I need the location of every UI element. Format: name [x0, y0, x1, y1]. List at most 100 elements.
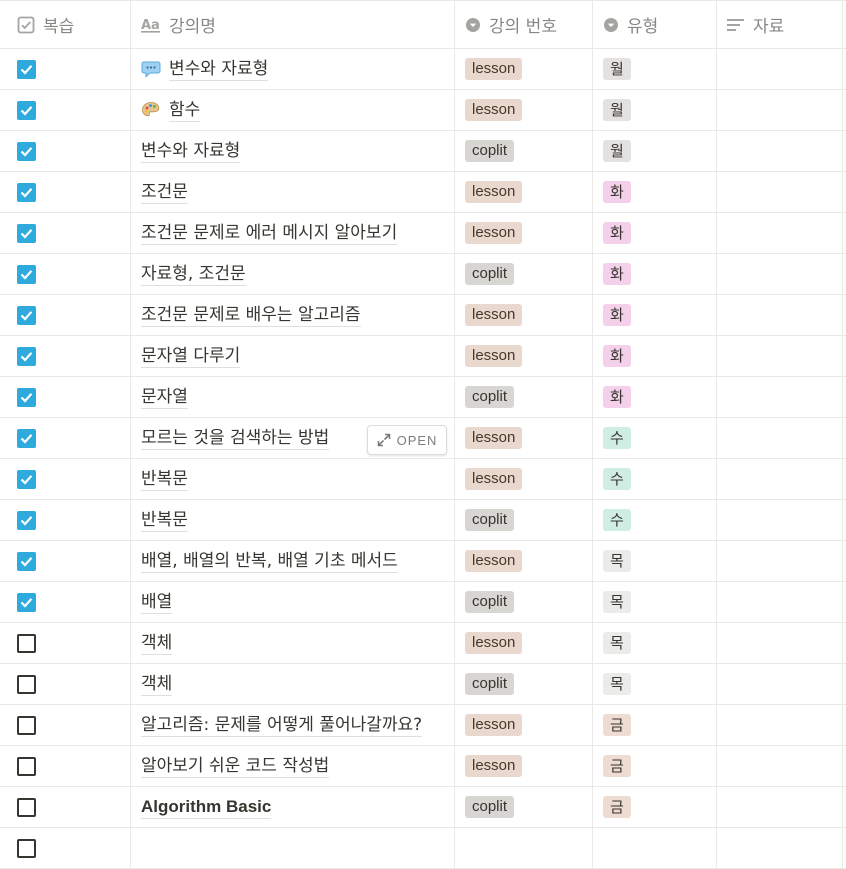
- review-checkbox-checked[interactable]: [17, 305, 36, 325]
- type-cell[interactable]: 화: [593, 254, 717, 294]
- title-cell[interactable]: 자료형, 조건문: [131, 254, 455, 294]
- material-cell[interactable]: [717, 254, 843, 294]
- column-header-material[interactable]: 자료: [717, 1, 843, 48]
- lecture-number-cell[interactable]: lesson: [455, 336, 593, 376]
- lecture-number-cell[interactable]: coplit: [455, 664, 593, 704]
- material-cell[interactable]: [717, 500, 843, 540]
- title-cell[interactable]: 객체: [131, 623, 455, 663]
- material-cell[interactable]: [717, 623, 843, 663]
- material-cell[interactable]: [717, 746, 843, 786]
- lecture-number-cell[interactable]: lesson: [455, 49, 593, 89]
- lecture-number-cell[interactable]: lesson: [455, 213, 593, 253]
- review-checkbox-checked[interactable]: [17, 100, 36, 120]
- title-cell[interactable]: 조건문 문제로 배우는 알고리즘: [131, 295, 455, 335]
- table-row[interactable]: Algorithm Basic coplit 금: [0, 787, 846, 828]
- review-checkbox-checked[interactable]: [17, 428, 36, 448]
- lecture-number-cell[interactable]: coplit: [455, 131, 593, 171]
- table-row[interactable]: 문자열 다루기 lesson 화: [0, 336, 846, 377]
- review-checkbox-checked[interactable]: [17, 387, 36, 407]
- lecture-title[interactable]: 자료형, 조건문: [141, 263, 246, 286]
- material-cell[interactable]: [717, 336, 843, 376]
- lecture-title[interactable]: 알아보기 쉬운 코드 작성법: [141, 755, 330, 778]
- type-cell[interactable]: 화: [593, 172, 717, 212]
- column-header-number[interactable]: 강의 번호: [455, 1, 593, 48]
- type-cell[interactable]: 금: [593, 746, 717, 786]
- review-checkbox-unchecked[interactable]: [17, 715, 36, 735]
- lecture-title[interactable]: 문자열 다루기: [141, 345, 241, 368]
- type-cell[interactable]: 목: [593, 664, 717, 704]
- lecture-title[interactable]: 알고리즘: 문제를 어떻게 풀어나갈까요?: [141, 714, 423, 737]
- table-row[interactable]: 반복문 coplit 수: [0, 500, 846, 541]
- table-row[interactable]: 조건문 lesson 화: [0, 172, 846, 213]
- table-row[interactable]: 객체 coplit 목: [0, 664, 846, 705]
- title-cell[interactable]: 조건문: [131, 172, 455, 212]
- table-row[interactable]: 배열, 배열의 반복, 배열 기초 메서드 lesson 목: [0, 541, 846, 582]
- type-cell[interactable]: 금: [593, 705, 717, 745]
- lecture-number-cell[interactable]: lesson: [455, 746, 593, 786]
- table-row[interactable]: [0, 828, 846, 869]
- lecture-title[interactable]: 조건문 문제로 에러 메시지 알아보기: [141, 222, 398, 245]
- lecture-title[interactable]: 배열: [141, 591, 173, 614]
- table-row[interactable]: 자료형, 조건문 coplit 화: [0, 254, 846, 295]
- type-cell[interactable]: 화: [593, 213, 717, 253]
- title-cell[interactable]: Algorithm Basic: [131, 787, 455, 827]
- review-checkbox-unchecked[interactable]: [17, 674, 36, 694]
- table-row[interactable]: 변수와 자료형 lesson 월: [0, 49, 846, 90]
- type-cell[interactable]: 수: [593, 500, 717, 540]
- type-cell[interactable]: [593, 828, 717, 868]
- table-row[interactable]: 알아보기 쉬운 코드 작성법 lesson 금: [0, 746, 846, 787]
- material-cell[interactable]: [717, 49, 843, 89]
- table-row[interactable]: 조건문 문제로 에러 메시지 알아보기 lesson 화: [0, 213, 846, 254]
- title-cell[interactable]: 알고리즘: 문제를 어떻게 풀어나갈까요?: [131, 705, 455, 745]
- lecture-number-cell[interactable]: coplit: [455, 254, 593, 294]
- column-header-title[interactable]: Aa 강의명: [131, 1, 455, 48]
- review-checkbox-checked[interactable]: [17, 551, 36, 571]
- type-cell[interactable]: 월: [593, 131, 717, 171]
- material-cell[interactable]: [717, 295, 843, 335]
- table-row[interactable]: 모르는 것을 검색하는 방법 lesson 수 OPEN: [0, 418, 846, 459]
- lecture-title[interactable]: 배열, 배열의 반복, 배열 기초 메서드: [141, 550, 398, 573]
- material-cell[interactable]: [717, 418, 843, 458]
- column-header-review[interactable]: 복습: [0, 1, 131, 48]
- type-cell[interactable]: 월: [593, 49, 717, 89]
- type-cell[interactable]: 화: [593, 336, 717, 376]
- title-cell[interactable]: 반복문: [131, 500, 455, 540]
- review-checkbox-checked[interactable]: [17, 510, 36, 530]
- material-cell[interactable]: [717, 664, 843, 704]
- lecture-number-cell[interactable]: lesson: [455, 705, 593, 745]
- table-row[interactable]: 배열 coplit 목: [0, 582, 846, 623]
- review-checkbox-unchecked[interactable]: [17, 633, 36, 653]
- material-cell[interactable]: [717, 90, 843, 130]
- review-checkbox-unchecked[interactable]: [17, 756, 36, 776]
- lecture-number-cell[interactable]: coplit: [455, 582, 593, 622]
- table-row[interactable]: 문자열 coplit 화: [0, 377, 846, 418]
- lecture-number-cell[interactable]: lesson: [455, 172, 593, 212]
- material-cell[interactable]: [717, 541, 843, 581]
- title-cell[interactable]: 함수: [131, 90, 455, 130]
- lecture-title[interactable]: Algorithm Basic: [141, 796, 272, 819]
- table-row[interactable]: 알고리즘: 문제를 어떻게 풀어나갈까요? lesson 금: [0, 705, 846, 746]
- material-cell[interactable]: [717, 705, 843, 745]
- lecture-title[interactable]: 문자열: [141, 386, 188, 409]
- review-checkbox-checked[interactable]: [17, 141, 36, 161]
- title-cell[interactable]: 객체: [131, 664, 455, 704]
- material-cell[interactable]: [717, 582, 843, 622]
- lecture-title[interactable]: 객체: [141, 632, 173, 655]
- review-checkbox-checked[interactable]: [17, 346, 36, 366]
- review-checkbox-checked[interactable]: [17, 59, 36, 79]
- title-cell[interactable]: 배열, 배열의 반복, 배열 기초 메서드: [131, 541, 455, 581]
- table-row[interactable]: 조건문 문제로 배우는 알고리즘 lesson 화: [0, 295, 846, 336]
- type-cell[interactable]: 목: [593, 541, 717, 581]
- lecture-title[interactable]: 변수와 자료형: [169, 58, 269, 81]
- material-cell[interactable]: [717, 828, 843, 868]
- lecture-number-cell[interactable]: lesson: [455, 295, 593, 335]
- type-cell[interactable]: 월: [593, 90, 717, 130]
- review-checkbox-unchecked[interactable]: [17, 838, 36, 858]
- open-page-button[interactable]: OPEN: [367, 425, 447, 455]
- title-cell[interactable]: [131, 828, 455, 868]
- title-cell[interactable]: 문자열: [131, 377, 455, 417]
- material-cell[interactable]: [717, 459, 843, 499]
- lecture-title[interactable]: 조건문: [141, 181, 188, 204]
- type-cell[interactable]: 화: [593, 377, 717, 417]
- review-checkbox-unchecked[interactable]: [17, 797, 36, 817]
